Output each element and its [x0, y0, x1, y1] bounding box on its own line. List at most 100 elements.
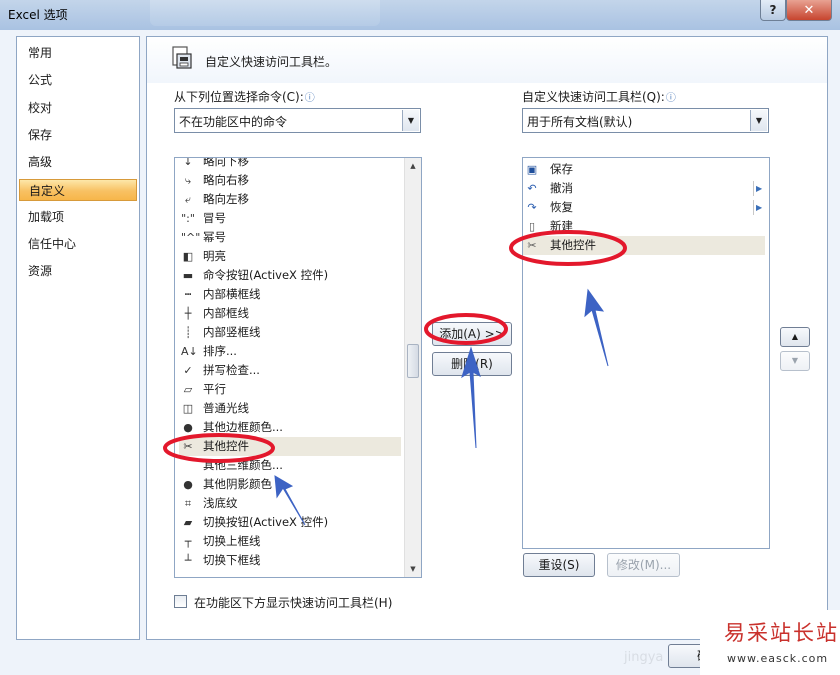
toolbar-item[interactable]: ↷ 恢复 ▶ [523, 198, 765, 217]
command-item[interactable]: ⤷ 略向右移 [179, 171, 401, 190]
command-item-label: 切换上框线 [203, 534, 261, 548]
command-item[interactable]: ⤶ 略向左移 [179, 190, 401, 209]
command-item[interactable]: ▬ 命令按钮(ActiveX 控件) [179, 266, 401, 285]
toolbar-item[interactable]: ✂ 其他控件 [523, 236, 765, 255]
add-button[interactable]: 添加(A) >> [432, 322, 512, 346]
command-item[interactable]: ◧ 明亮 [179, 247, 401, 266]
toolbar-item[interactable]: ▯ 新建 [523, 217, 765, 236]
bottom-border-icon: ┴ [184, 554, 192, 567]
scroll-up-icon[interactable]: ▲ [405, 158, 421, 174]
watermark-title: 易采站长站 [724, 621, 839, 645]
submenu-arrow-icon[interactable]: ▶ [756, 179, 762, 198]
choose-commands-label-text: 从下列位置选择命令(C): [174, 90, 304, 104]
command-item[interactable]: ⌗ 浅底纹 [179, 494, 401, 513]
caret-icon: "^" [181, 231, 201, 244]
page-title: 自定义快速访问工具栏。 [205, 55, 338, 69]
command-item[interactable]: ┅ 内部横框线 [179, 285, 401, 304]
nav-item-4[interactable]: 高级 [17, 151, 139, 173]
show-below-ribbon-label: 在功能区下方显示快速访问工具栏(H) [194, 596, 393, 610]
command-item[interactable]: ":" 冒号 [179, 209, 401, 228]
command-item[interactable]: ┊ 内部竖框线 [179, 323, 401, 342]
title-bar: Excel 选项 ? ✕ [0, 0, 840, 30]
toggle-button-icon: ▰ [183, 516, 193, 529]
command-item[interactable]: ◫ 普通光线 [179, 399, 401, 418]
nudge-left-icon: ⤶ [184, 193, 192, 206]
command-item[interactable]: ✓ 拼写检查... [179, 361, 401, 380]
command-item[interactable]: ↓ 略向下移 [179, 157, 401, 171]
spelling-icon: ✓ [183, 364, 193, 377]
command-item-label: 平行 [203, 382, 226, 396]
command-item-label: 幂号 [203, 230, 226, 244]
command-item[interactable]: ┬ 切换上框线 [179, 532, 401, 551]
command-item-label: 冒号 [203, 211, 226, 225]
command-item[interactable]: ┴ 切换下框线 [179, 551, 401, 570]
command-item[interactable]: ● 其他阴影颜色 [179, 475, 401, 494]
toolbar-item[interactable]: ↶ 撤消 ▶ [523, 179, 765, 198]
submenu-arrow-icon[interactable]: ▶ [756, 198, 762, 217]
choose-commands-label: 从下列位置选择命令(C):ⓘ [174, 88, 315, 105]
nav-item-7[interactable]: 信任中心 [17, 233, 139, 255]
nav-item-0[interactable]: 常用 [17, 42, 139, 64]
normal-lighting-icon: ◫ [182, 402, 194, 415]
scroll-down-icon[interactable]: ▼ [405, 561, 421, 577]
move-down-button[interactable]: ▼ [780, 351, 810, 371]
submenu-divider [753, 200, 754, 215]
command-item[interactable]: ▱ 平行 [179, 380, 401, 399]
reset-button[interactable]: 重设(S) [523, 553, 595, 577]
command-item-label: 略向下移 [203, 157, 249, 168]
command-item-label: 排序... [203, 344, 237, 358]
show-below-ribbon-checkbox[interactable] [174, 595, 187, 608]
sort-icon: A↓ [181, 345, 198, 358]
command-item[interactable]: ┼ 内部框线 [179, 304, 401, 323]
nav-item-2[interactable]: 校对 [17, 97, 139, 119]
command-item-label: 其他控件 [203, 439, 249, 453]
command-item-label: 普通光线 [203, 401, 249, 415]
command-item-label: 略向左移 [203, 192, 249, 206]
remove-button[interactable]: 删除(R) [432, 352, 512, 376]
customize-toolbar-label-text: 自定义快速访问工具栏(Q): [522, 90, 665, 104]
nav-item-5[interactable]: 自定义 [19, 178, 137, 201]
nav-item-6[interactable]: 加载项 [17, 206, 139, 228]
light-shading-icon: ⌗ [184, 497, 192, 510]
commands-list[interactable]: ┴ 切换下框线 ┬ 切换上框线 ▰ 切换按钮(ActiveX 控件) ⌗ 浅底纹 ● 其他阴影颜色… [174, 157, 422, 578]
customize-toolbar-dropdown[interactable]: 用于所有文档(默认) ▼ [522, 108, 769, 133]
command-item-label: 切换按钮(ActiveX 控件) [203, 515, 329, 529]
toolbar-items-list[interactable]: ▣ 保存 ↶ 撤消 ▶ ↷ 恢复 ▶ ▯ 新建 ✂ 其他控件 [522, 157, 770, 549]
faint-watermark-text: jingya [624, 650, 664, 665]
redo-icon: ↷ [527, 201, 537, 214]
undo-icon: ↶ [527, 182, 537, 195]
commands-list-scrollbar[interactable]: ▲ ▼ [404, 158, 421, 577]
nav-item-3[interactable]: 保存 [17, 124, 139, 146]
dropdown-arrow-icon[interactable]: ▼ [750, 110, 767, 131]
command-item[interactable]: "^" 幂号 [179, 228, 401, 247]
command-item[interactable]: ● 其他边框颜色... [179, 418, 401, 437]
shadow-color-icon: ● [183, 478, 193, 491]
help-button[interactable]: ? [760, 0, 786, 21]
window-title: Excel 选项 [8, 8, 68, 22]
command-item[interactable]: ▰ 切换按钮(ActiveX 控件) [179, 513, 401, 532]
dropdown-arrow-icon[interactable]: ▼ [402, 110, 419, 131]
scroll-thumb[interactable] [407, 344, 419, 378]
nav-item-1[interactable]: 公式 [17, 69, 139, 91]
toolbar-item[interactable]: ▣ 保存 [523, 160, 765, 179]
command-item-label: 浅底纹 [203, 496, 238, 510]
info-icon: ⓘ [665, 93, 676, 104]
watermark-url: www.easck.com [727, 652, 829, 665]
submenu-divider [753, 181, 754, 196]
command-item-label: 内部框线 [203, 306, 249, 320]
customize-toolbar-value: 用于所有文档(默认) [527, 115, 633, 129]
blurred-tab-area [150, 0, 380, 26]
3d-color-icon [181, 459, 195, 472]
nav-item-8[interactable]: 资源 [17, 260, 139, 282]
command-item[interactable]: 其他三维颜色... [179, 456, 401, 475]
command-item[interactable]: A↓ 排序... [179, 342, 401, 361]
command-item[interactable]: ✂ 其他控件 [179, 437, 401, 456]
move-up-button[interactable]: ▲ [780, 327, 810, 347]
brightness-icon: ◧ [182, 250, 194, 263]
modify-button[interactable]: 修改(M)... [607, 553, 680, 577]
command-item-label: 其他阴影颜色 [203, 477, 272, 491]
command-item-label: 内部横框线 [203, 287, 261, 301]
command-item-label: 内部竖框线 [203, 325, 261, 339]
close-button[interactable]: ✕ [786, 0, 832, 21]
choose-commands-dropdown[interactable]: 不在功能区中的命令 ▼ [174, 108, 421, 133]
